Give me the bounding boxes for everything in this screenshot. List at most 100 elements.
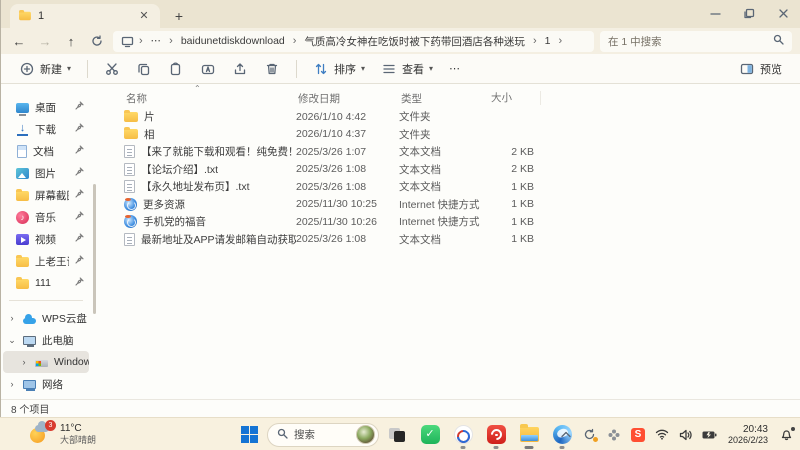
sidebar-tree-item-WPS云盘[interactable]: › WPS云盘 [3, 307, 89, 329]
copy-button[interactable] [130, 57, 158, 81]
minimize-button[interactable] [698, 0, 732, 26]
sidebar-item-文档[interactable]: 文档 [3, 140, 89, 162]
sidebar-tree-item-网络[interactable]: › 网络 [3, 373, 89, 395]
sort-icon [313, 61, 329, 77]
sidebar-item-视频[interactable]: 视频 [3, 228, 89, 250]
clock-date: 2026/2/23 [727, 435, 768, 446]
column-header-2[interactable]: 类型 [399, 91, 489, 106]
pin-icon [75, 277, 84, 289]
paste-icon [168, 61, 184, 77]
file-row[interactable]: 【来了就能下载和观看！纯免费！】.txt2025/3/26 1:07 文本文档 2 … [124, 143, 800, 161]
start-button[interactable] [234, 420, 264, 450]
preview-toggle-button[interactable]: 预览 [733, 57, 788, 81]
sidebar-tree-item-Windows-SSD[interactable]: › Windows-SSD [3, 351, 89, 373]
sort-button-label: 排序 [334, 63, 357, 76]
file-row[interactable]: 【论坛介绍】.txt 2025/3/26 1:08 文本文档 2 KB [124, 161, 800, 179]
breadcrumb-overflow-button[interactable]: ⋯ [147, 34, 166, 48]
sidebar-item-label: 此电脑 [42, 334, 74, 347]
sidebar-item-屏幕截图[interactable]: 屏幕截图 [3, 184, 89, 206]
txt-icon [124, 162, 135, 176]
column-header-3[interactable]: 大小 [489, 91, 541, 105]
chevron-down-icon: ▾ [67, 64, 72, 73]
chevron-right-icon: › [139, 35, 143, 47]
sort-button[interactable]: 排序 ▾ [307, 57, 371, 81]
breadcrumb-item[interactable]: 气质高冷女神在吃饭时被下药带回酒店各种迷玩 [300, 33, 529, 50]
battery-tray-icon[interactable] [702, 427, 718, 443]
delete-button[interactable] [258, 57, 286, 81]
sogou-input-tray-icon[interactable]: S [630, 427, 646, 443]
forward-button[interactable]: → [35, 31, 55, 51]
scrollbar-thumb[interactable] [93, 184, 96, 314]
volume-tray-icon[interactable] [678, 427, 694, 443]
sidebar-item-桌面[interactable]: 桌面 [3, 96, 89, 118]
up-button[interactable]: ↑ [61, 31, 81, 51]
file-row[interactable]: 手机党的福音 2025/11/30 10:26 Internet 快捷方式 1 KB [124, 213, 800, 231]
file-explorer-icon [519, 424, 539, 442]
music-app-button[interactable] [481, 420, 511, 450]
task-view-button[interactable] [382, 420, 412, 450]
chevron-right-icon: › [532, 35, 537, 47]
pin-icon [75, 123, 84, 135]
breadcrumb-item[interactable]: 1 [541, 34, 555, 48]
paste-button[interactable] [162, 57, 190, 81]
pc-icon [23, 336, 36, 347]
explorer-search-input[interactable]: 在 1 中搜索 [600, 30, 792, 52]
close-button[interactable] [766, 0, 800, 26]
new-button[interactable]: 新建 ▾ [13, 57, 77, 81]
file-row[interactable]: 最新地址及APP请发邮箱自动获取！！！.txt2025/3/26 1:08 文本文… [124, 231, 800, 249]
sidebar-item-label: 下载 [35, 123, 56, 136]
green-app-button[interactable]: ✓ [415, 420, 445, 450]
sidebar-tree-item-此电脑[interactable]: ⌄ 此电脑 [3, 329, 89, 351]
explorer-tab[interactable]: 1 ✕ [10, 4, 160, 28]
share-button[interactable] [226, 57, 254, 81]
chevron-right-icon[interactable]: › [19, 357, 29, 367]
sidebar-item-下载[interactable]: ↓ 下载 [3, 118, 89, 140]
back-button[interactable]: ← [9, 31, 29, 51]
file-name-cell: 相 [124, 127, 296, 142]
column-header-1[interactable]: 修改日期 [296, 91, 399, 106]
desktop-icon [16, 102, 29, 116]
chevron-right-icon[interactable]: › [7, 379, 17, 389]
hidden-icons-chevron[interactable] [558, 427, 574, 443]
sidebar-scrollbar[interactable] [91, 84, 98, 399]
weather-temp: 11°C [60, 423, 82, 435]
more-options-button[interactable]: ⋯ [443, 58, 466, 79]
sync-tray-icon[interactable] [582, 427, 598, 443]
notifications-bell-icon[interactable] [778, 426, 795, 443]
file-row[interactable]: 【永久地址发布页】.txt 2025/3/26 1:08 文本文档 1 KB [124, 178, 800, 196]
sidebar-item-图片[interactable]: 图片 [3, 162, 89, 184]
maximize-button[interactable] [732, 0, 766, 26]
file-explorer-window: 1 ✕ + ← → ↑ › ⋯ › baidunetdiskdownload ›… [0, 0, 800, 417]
column-header-0[interactable]: 名称 [124, 91, 296, 106]
view-button[interactable]: 查看 ▾ [375, 57, 439, 81]
pin-icon [75, 211, 84, 223]
link-icon [124, 197, 137, 211]
chevron-right-icon[interactable]: › [7, 313, 17, 323]
taskbar-clock[interactable]: 20:43 2026/2/23 [728, 424, 768, 446]
file-explorer-button[interactable] [514, 420, 544, 450]
rename-button[interactable] [194, 57, 222, 81]
sidebar-item-111[interactable]: 111 [3, 272, 89, 294]
breadcrumb[interactable]: › ⋯ › baidunetdiskdownload › 气质高冷女神在吃饭时被下药… [113, 30, 594, 52]
baidu-netdisk-button[interactable] [448, 420, 478, 450]
input-method-tray-icon[interactable] [606, 427, 622, 443]
share-icon [232, 61, 248, 77]
tab-close-button[interactable]: ✕ [136, 8, 152, 24]
file-row[interactable]: 片 2026/1/10 4:42 文件夹 [124, 108, 800, 126]
file-row[interactable]: 更多资源 2025/11/30 10:25 Internet 快捷方式 1 KB [124, 196, 800, 214]
sidebar-item-音乐[interactable]: 音乐 [3, 206, 89, 228]
sidebar-item-上老王论坛当[interactable]: 上老王论坛当 [3, 250, 89, 272]
file-row[interactable]: 相 2026/1/10 4:37 文件夹 [124, 126, 800, 144]
file-date-cell: 2025/3/26 1:08 [296, 233, 367, 246]
chevron-down-icon[interactable]: ⌄ [7, 335, 17, 346]
breadcrumb-item[interactable]: baidunetdiskdownload [177, 34, 289, 48]
refresh-button[interactable] [87, 31, 107, 51]
new-tab-button[interactable]: + [168, 5, 190, 27]
file-size-cell: 1 KB [511, 233, 534, 246]
wifi-tray-icon[interactable] [654, 427, 670, 443]
video-icon [16, 234, 29, 245]
cut-button[interactable] [98, 57, 126, 81]
weather-widget[interactable]: 3 11°C 大部晴朗 [30, 420, 96, 445]
taskbar-search-input[interactable]: 搜索 [267, 422, 379, 447]
sidebar-item-label: 111 [35, 277, 51, 289]
